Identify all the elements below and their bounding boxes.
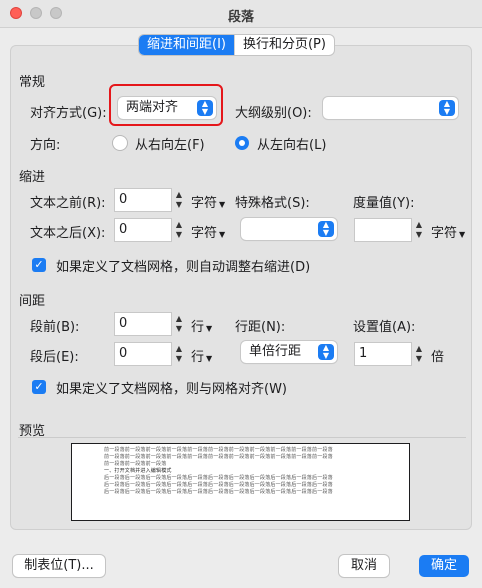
indent-after-unit: 字符 bbox=[191, 226, 218, 241]
section-indent-heading: 缩进 bbox=[19, 170, 46, 185]
preview-line: 后一段落后一段落后一段落后一段落后一段落后一段落后一段落后一段落后一段落后一段落… bbox=[104, 489, 333, 495]
caret-down-icon: ▼ bbox=[459, 230, 466, 239]
set-value-stepper[interactable]: ▲ ▼ bbox=[413, 343, 425, 365]
tab-indent-spacing[interactable]: 缩进和间距(I) bbox=[139, 35, 234, 55]
measure-label: 度量值(Y): bbox=[353, 196, 415, 211]
preview-line: 后一段落后一段落后一段落后一段落后一段落后一段落后一段落后一段落后一段落后一段落… bbox=[104, 482, 333, 488]
preview-line: 前一段落前一段落前一段落前一段落前一段落前一段落前一段落前一段落前一段落前一段落… bbox=[104, 454, 333, 460]
chevron-updown-icon: ▲ ▼ bbox=[318, 221, 334, 237]
line-spacing-value: 单倍行距 bbox=[249, 344, 302, 359]
spacing-after-label: 段后(E): bbox=[30, 350, 79, 365]
spacing-before-label: 段前(B): bbox=[30, 320, 80, 335]
cancel-button[interactable]: 取消 bbox=[339, 555, 389, 577]
spacing-after-unit-dropdown[interactable]: 行 ▼ bbox=[191, 346, 212, 365]
indent-grid-checkbox-label: 如果定义了文档网格，则自动调整右缩进(D) bbox=[56, 260, 311, 275]
measure-unit-dropdown[interactable]: 字符 ▼ bbox=[431, 222, 465, 241]
alignment-value: 两端对齐 bbox=[126, 100, 179, 115]
spacing-before-input[interactable]: 0 bbox=[115, 313, 171, 335]
spacing-before-stepper[interactable]: ▲ ▼ bbox=[173, 313, 185, 335]
ltr-label: 从左向右(L) bbox=[257, 138, 327, 153]
indent-before-input[interactable]: 0 bbox=[115, 189, 171, 211]
line-spacing-popup[interactable]: 单倍行距 ▲ ▼ bbox=[241, 341, 337, 363]
set-value-input[interactable]: 1 bbox=[355, 343, 411, 365]
rtl-label: 从右向左(F) bbox=[135, 138, 205, 153]
preview-line: 前一段落前一段落前一段落前一段落前一段落前一段落前一段落前一段落前一段落前一段落… bbox=[104, 447, 333, 453]
measure-input[interactable] bbox=[355, 219, 411, 241]
set-value-unit: 倍 bbox=[431, 350, 445, 365]
spacing-grid-checkbox[interactable]: ✓ bbox=[32, 380, 46, 394]
spacing-grid-checkbox-label: 如果定义了文档网格，则与网格对齐(W) bbox=[56, 382, 287, 397]
indent-before-stepper[interactable]: ▲ ▼ bbox=[173, 189, 185, 211]
alignment-label: 对齐方式(G): bbox=[30, 106, 107, 121]
measure-stepper[interactable]: ▲ ▼ bbox=[413, 219, 425, 241]
spacing-before-unit-dropdown[interactable]: 行 ▼ bbox=[191, 316, 212, 335]
ok-button[interactable]: 确定 bbox=[419, 555, 469, 577]
outline-level-label: 大纲级别(O): bbox=[235, 106, 312, 121]
indent-after-label: 文本之后(X): bbox=[30, 226, 106, 241]
chevron-updown-icon: ▲ ▼ bbox=[439, 100, 455, 116]
caret-down-icon: ▼ bbox=[219, 200, 226, 209]
measure-unit: 字符 bbox=[431, 226, 458, 241]
caret-down-icon: ▼ bbox=[206, 324, 213, 333]
preview-line: 前一段落前一段落前一段落 bbox=[104, 461, 167, 467]
tab-bar: 缩进和间距(I) 换行和分页(P) bbox=[139, 35, 334, 55]
caret-down-icon: ▼ bbox=[206, 354, 213, 363]
chevron-updown-icon: ▲ ▼ bbox=[197, 100, 213, 116]
spacing-after-input[interactable]: 0 bbox=[115, 343, 171, 365]
alignment-popup[interactable]: 两端对齐 ▲ ▼ bbox=[118, 97, 216, 119]
tab-line-page-breaks[interactable]: 换行和分页(P) bbox=[233, 35, 334, 55]
direction-label: 方向: bbox=[30, 138, 61, 153]
rtl-radio[interactable] bbox=[113, 136, 127, 150]
indent-after-input[interactable]: 0 bbox=[115, 219, 171, 241]
chevron-updown-icon: ▲ ▼ bbox=[318, 344, 334, 360]
paragraph-preview: 前一段落前一段落前一段落前一段落前一段落前一段落前一段落前一段落前一段落前一段落… bbox=[71, 443, 410, 521]
section-general-heading: 常规 bbox=[19, 75, 46, 90]
ltr-radio[interactable] bbox=[235, 136, 249, 150]
outline-level-popup[interactable]: ▲ ▼ bbox=[323, 97, 458, 119]
tabs-button[interactable]: 制表位(T)... bbox=[13, 555, 105, 577]
indent-before-unit: 字符 bbox=[191, 196, 218, 211]
caret-down-icon: ▼ bbox=[219, 230, 226, 239]
special-format-popup[interactable]: ▲ ▼ bbox=[241, 218, 337, 240]
spacing-before-unit: 行 bbox=[191, 320, 205, 335]
special-format-label: 特殊格式(S): bbox=[235, 196, 310, 211]
preview-divider bbox=[18, 437, 466, 438]
indent-after-unit-dropdown[interactable]: 字符 ▼ bbox=[191, 222, 225, 241]
title-bar: 段落 bbox=[0, 0, 482, 28]
section-spacing-heading: 间距 bbox=[19, 294, 46, 309]
line-spacing-label: 行距(N): bbox=[235, 320, 286, 335]
indent-grid-checkbox[interactable]: ✓ bbox=[32, 258, 46, 272]
preview-line: 一、打开文档并进入编辑模式 bbox=[104, 468, 172, 474]
set-value-label: 设置值(A): bbox=[353, 320, 416, 335]
preview-line: 后一段落后一段落后一段落后一段落后一段落后一段落后一段落后一段落后一段落后一段落… bbox=[104, 475, 333, 481]
spacing-after-unit: 行 bbox=[191, 350, 205, 365]
indent-before-label: 文本之前(R): bbox=[30, 196, 106, 211]
indent-after-stepper[interactable]: ▲ ▼ bbox=[173, 219, 185, 241]
indent-before-unit-dropdown[interactable]: 字符 ▼ bbox=[191, 192, 225, 211]
spacing-after-stepper[interactable]: ▲ ▼ bbox=[173, 343, 185, 365]
window-title: 段落 bbox=[227, 10, 254, 25]
